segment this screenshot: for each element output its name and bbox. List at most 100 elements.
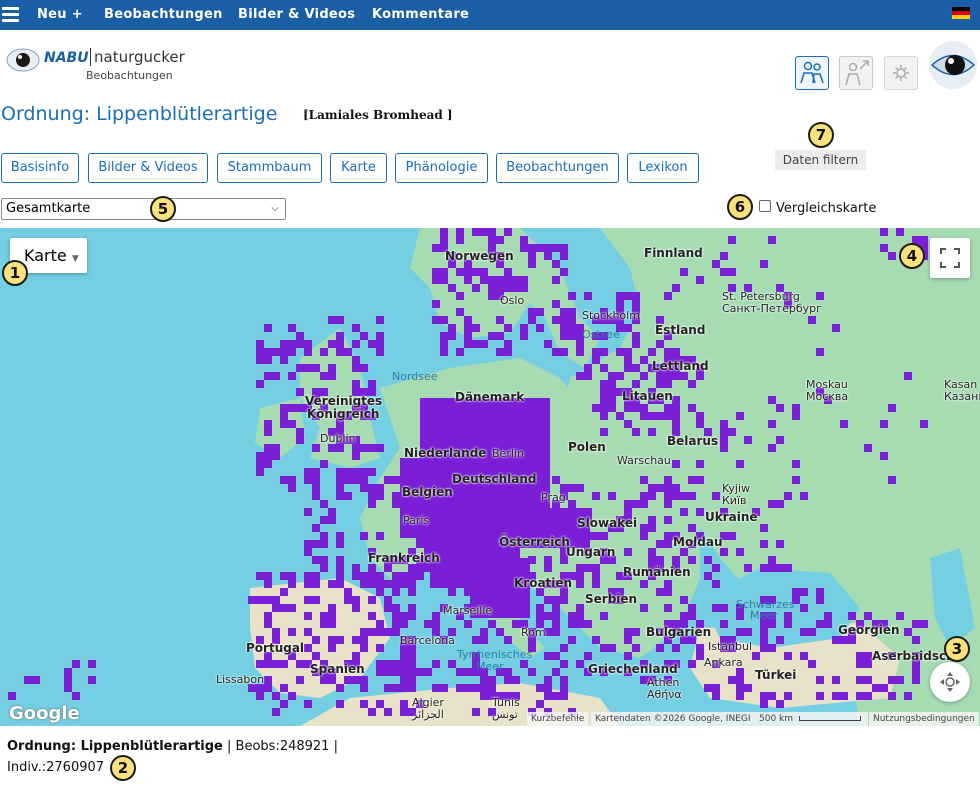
naturgucker-eye-icon[interactable] xyxy=(928,40,978,90)
tab-stammbaum[interactable]: Stammbaum xyxy=(217,153,322,183)
observation-cell xyxy=(552,348,560,356)
map-label-barcelona: Barcelona xyxy=(400,634,455,647)
map-type-select[interactable]: Gesamtkarte ⌵ xyxy=(1,198,286,220)
user-share-icon[interactable] xyxy=(839,56,873,90)
observation-cell xyxy=(280,412,288,420)
map-label-kyjiw-ua: Київ xyxy=(722,494,747,507)
observation-cell xyxy=(440,516,448,524)
observation-cell xyxy=(472,284,480,292)
observation-cell xyxy=(376,348,384,356)
tab-bilder-videos[interactable]: Bilder & Videos xyxy=(88,153,208,183)
observation-cell xyxy=(336,476,344,484)
observation-cell xyxy=(584,620,592,628)
nav-bilder-videos[interactable]: Bilder & Videos xyxy=(238,7,355,22)
observation-cell xyxy=(640,372,648,380)
map-scale[interactable]: 500 km xyxy=(755,712,868,726)
observation-cell xyxy=(488,332,496,340)
observation-cell xyxy=(448,332,456,340)
observation-cell xyxy=(664,484,672,492)
camera-control-icon[interactable] xyxy=(930,662,970,702)
observation-cell xyxy=(792,404,800,412)
observation-cell xyxy=(560,692,568,700)
observation-cell xyxy=(728,532,736,540)
nav-neu[interactable]: Neu + xyxy=(37,7,83,22)
observation-cell xyxy=(656,372,664,380)
hamburger-menu-icon[interactable] xyxy=(2,5,19,25)
observation-cell xyxy=(360,332,368,340)
observation-cell xyxy=(272,604,280,612)
observation-cell xyxy=(336,420,344,428)
google-logo: Google xyxy=(9,703,80,724)
distribution-map[interactable]: Finnland Norwegen Oslo Stockholm Ostsee … xyxy=(0,228,980,726)
observation-cell xyxy=(616,372,624,380)
observation-cell xyxy=(456,684,464,692)
observation-cell xyxy=(288,580,296,588)
people-icon[interactable] xyxy=(795,56,829,90)
observation-cell xyxy=(744,564,752,572)
observation-cell xyxy=(304,628,312,636)
tab-basisinfo[interactable]: Basisinfo xyxy=(1,153,79,183)
observation-cell xyxy=(304,508,312,516)
observation-cell xyxy=(544,252,552,260)
map-label-rom: Rom xyxy=(521,626,546,639)
tab-beobachtungen[interactable]: Beobachtungen xyxy=(496,153,619,183)
observation-cell xyxy=(768,644,776,652)
observation-cell xyxy=(464,564,472,572)
observation-cell xyxy=(696,652,704,660)
observation-cell xyxy=(672,396,680,404)
observation-cell xyxy=(304,540,312,548)
de-flag-icon[interactable] xyxy=(952,7,970,19)
observation-cell xyxy=(864,444,872,452)
latin-name: [Lamiales Bromhead ] xyxy=(303,108,453,122)
observation-cell xyxy=(480,676,488,684)
settings-icon[interactable] xyxy=(884,56,918,90)
observation-cell xyxy=(432,244,440,252)
tab-phaenologie[interactable]: Phänologie xyxy=(395,153,488,183)
observation-cell xyxy=(464,684,472,692)
observation-cell xyxy=(776,404,784,412)
observation-cell xyxy=(296,676,304,684)
observation-cell xyxy=(256,380,264,388)
observation-cell xyxy=(592,492,600,500)
observation-cell xyxy=(760,260,768,268)
tab-karte[interactable]: Karte xyxy=(330,153,387,183)
observation-cell xyxy=(656,380,664,388)
observation-cell xyxy=(344,676,352,684)
compare-map-checkbox[interactable] xyxy=(759,200,771,212)
observation-cell xyxy=(632,644,640,652)
observation-cell xyxy=(808,316,816,324)
filter-data-button[interactable]: Daten filtern xyxy=(775,150,866,170)
observation-cell xyxy=(568,636,576,644)
observation-cell xyxy=(480,692,488,700)
nav-kommentare[interactable]: Kommentare xyxy=(372,7,469,22)
tab-lexikon[interactable]: Lexikon xyxy=(627,153,699,183)
observation-cell xyxy=(536,612,544,620)
compare-map-label[interactable]: Vergleichskarte xyxy=(776,201,876,216)
terms-link[interactable]: Nutzungsbedingungen xyxy=(869,712,979,726)
nav-beobachtungen[interactable]: Beobachtungen xyxy=(104,7,223,22)
observation-cell xyxy=(648,348,656,356)
observation-cell xyxy=(856,676,864,684)
keyboard-shortcuts-link[interactable]: Kurzbefehle xyxy=(527,712,589,726)
observation-cell xyxy=(448,284,456,292)
observation-cell xyxy=(664,380,672,388)
observation-cell xyxy=(352,652,360,660)
observation-cell xyxy=(680,268,688,276)
observation-cell xyxy=(888,404,896,412)
observation-cell xyxy=(840,692,848,700)
fullscreen-icon[interactable] xyxy=(930,238,970,278)
observation-cell xyxy=(360,484,368,492)
observation-cell xyxy=(256,452,264,460)
observation-cell xyxy=(504,276,512,284)
observation-cell xyxy=(504,284,512,292)
observation-cell xyxy=(504,636,512,644)
observation-cell xyxy=(536,684,544,692)
observation-cell xyxy=(656,588,664,596)
observation-cell xyxy=(320,556,328,564)
observation-cell xyxy=(272,444,280,452)
observation-cell xyxy=(608,372,616,380)
observation-cell xyxy=(288,348,296,356)
observation-cell xyxy=(696,420,704,428)
nabu-naturgucker-logo[interactable]: NABU naturgucker Beobachtungen xyxy=(6,43,185,85)
observation-cell xyxy=(816,620,824,628)
